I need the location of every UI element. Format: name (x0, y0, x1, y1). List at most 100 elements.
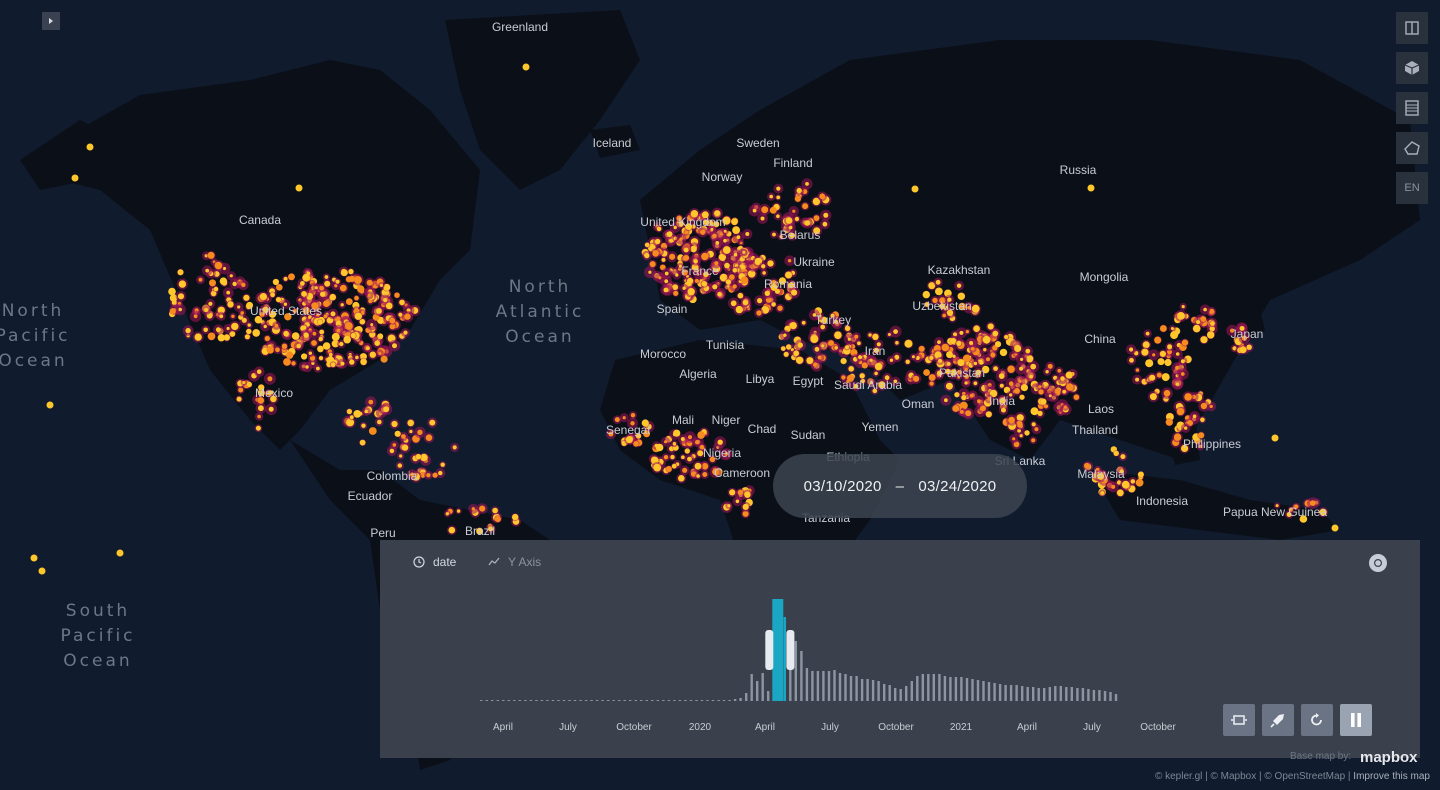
event-point (810, 335, 819, 343)
event-point (1135, 377, 1140, 382)
event-point (198, 277, 203, 282)
histogram-bar (513, 700, 516, 701)
event-point (969, 341, 974, 345)
histogram-bar (943, 676, 947, 701)
ocean-label: Ocean (505, 327, 574, 347)
event-point (350, 332, 356, 339)
place-label: Russia (1060, 163, 1097, 177)
event-point (625, 436, 634, 444)
pause-icon[interactable] (1340, 704, 1372, 736)
attribution-text[interactable]: © kepler.gl | © Mapbox | © OpenStreetMap… (1155, 771, 1351, 782)
event-point (973, 325, 980, 333)
event-point (383, 406, 390, 413)
event-point (935, 279, 941, 285)
event-point (257, 414, 261, 419)
event-point (813, 215, 820, 222)
event-point (987, 323, 994, 330)
event-point (1203, 307, 1207, 312)
place-label: Canada (239, 213, 281, 227)
event-point (733, 252, 738, 257)
ocean-label: North (2, 301, 65, 321)
place-label: Tunisia (706, 338, 745, 352)
range-handle-right[interactable] (786, 630, 795, 670)
event-point (717, 439, 723, 445)
event-point (701, 252, 709, 261)
event-point (1154, 336, 1162, 344)
event-point (644, 242, 650, 248)
event-point (1170, 331, 1179, 340)
event-point (322, 342, 331, 350)
event-point (724, 262, 730, 269)
event-point (323, 300, 330, 307)
event-point (369, 351, 376, 358)
event-point (1175, 365, 1180, 370)
event-point (1020, 384, 1028, 392)
place-label: Saudi Arabia (834, 378, 902, 392)
event-point (904, 339, 913, 348)
histogram-bar (1076, 688, 1079, 701)
event-point (715, 241, 720, 245)
map-attribution: © kepler.gl | © Mapbox | © OpenStreetMap… (1155, 771, 1430, 782)
event-point (701, 281, 708, 287)
event-point (312, 331, 317, 336)
x-tick-label: October (616, 722, 652, 733)
reset-icon[interactable] (1301, 704, 1333, 736)
event-point (769, 194, 773, 199)
language-switch[interactable]: EN (1396, 172, 1428, 204)
event-point (1142, 341, 1150, 349)
improve-map-link[interactable]: Improve this map (1353, 771, 1430, 782)
event-point (679, 237, 683, 241)
place-label: Colombia (367, 469, 418, 483)
3d-cube-icon[interactable] (1396, 52, 1428, 84)
event-point (1181, 305, 1185, 309)
range-handle-left[interactable] (765, 630, 774, 670)
event-point (1331, 524, 1339, 532)
histogram-bar (1070, 687, 1073, 701)
event-point (1020, 357, 1024, 361)
time-playback-panel: date Y Axis April July October 2020 April Jul… (380, 540, 1420, 758)
place-label: Sweden (736, 136, 779, 150)
speed-rocket-icon[interactable] (1262, 704, 1294, 736)
event-point (727, 504, 731, 508)
event-point (834, 331, 842, 340)
selected-range[interactable] (772, 599, 784, 701)
event-point (452, 445, 457, 450)
event-point (268, 406, 274, 412)
event-point (317, 319, 323, 325)
event-point (1149, 393, 1157, 401)
event-point (725, 279, 732, 285)
event-point (1014, 344, 1022, 353)
event-point (177, 269, 184, 276)
event-point (283, 330, 289, 337)
event-point (682, 286, 686, 290)
event-point (394, 292, 400, 298)
legend-icon[interactable] (1396, 92, 1428, 124)
event-point (346, 408, 352, 415)
event-point (1012, 437, 1016, 441)
histogram-bar (987, 682, 991, 701)
event-point (370, 323, 374, 327)
histogram-bar (899, 689, 902, 701)
x-tick-label: July (559, 722, 577, 733)
draw-polygon-icon[interactable] (1396, 132, 1428, 164)
split-map-icon[interactable] (1396, 12, 1428, 44)
event-point (494, 516, 501, 523)
place-label: Indonesia (1136, 494, 1188, 508)
x-tick-label: 2021 (950, 722, 973, 733)
histogram-bar (491, 700, 494, 701)
event-point (1111, 484, 1116, 489)
event-point (776, 214, 780, 218)
event-point (970, 346, 975, 351)
event-point (1062, 389, 1067, 394)
event-point (242, 381, 246, 384)
event-point (231, 322, 239, 331)
chevron-right-icon[interactable] (42, 12, 60, 30)
place-label: China (1084, 332, 1116, 346)
ocean-label: Atlantic (496, 302, 585, 322)
histogram-bar (921, 674, 924, 701)
event-point (731, 218, 738, 226)
mapbox-logo[interactable]: mapbox (1360, 749, 1418, 766)
window-mode-icon[interactable] (1223, 704, 1255, 736)
event-point (672, 442, 677, 446)
event-point (797, 342, 803, 348)
